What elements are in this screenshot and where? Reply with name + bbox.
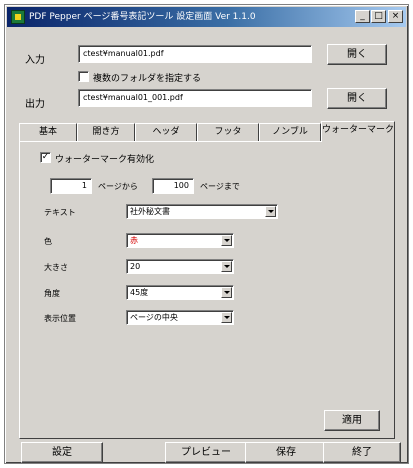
save-button[interactable]: 保存 [245,442,327,463]
page-from-field[interactable]: 1 [50,178,92,194]
chevron-down-icon[interactable] [221,261,232,272]
folder-checkbox[interactable] [78,71,89,82]
tab-basic[interactable]: 基本 [19,123,77,141]
output-label: 出力 [25,99,45,110]
position-select-value: ページの中央 [130,313,178,322]
app-icon [11,10,25,24]
text-select-value: 社外秘文書 [130,207,170,216]
output-open-button[interactable]: 開く [327,88,387,109]
position-label: 表示位置 [44,314,76,323]
chevron-down-icon[interactable] [221,287,232,298]
window-title: PDF Pepper ページ番号表記ツール 設定画面 Ver 1.1.0 [29,12,256,22]
tab-nombre[interactable]: ノンブル [259,123,321,141]
text-select[interactable]: 社外秘文書 [126,204,278,219]
size-label: 大きさ [44,263,68,272]
page-from-suffix: ページから [98,182,138,191]
input-path-field[interactable]: ctest¥manual01.pdf [78,45,312,63]
watermark-enable-checkbox[interactable]: ✓ [40,152,51,163]
page-to-field[interactable]: 100 [152,178,194,194]
settings-button[interactable]: 設定 [21,442,103,463]
page-to-suffix: ページまで [200,182,240,191]
position-select[interactable]: ページの中央 [126,310,234,325]
chevron-down-icon[interactable] [221,312,232,323]
tab-open-mode[interactable]: 開き方 [77,123,135,141]
close-button[interactable]: × [388,10,403,23]
title-bar[interactable]: PDF Pepper ページ番号表記ツール 設定画面 Ver 1.1.0 _ □… [7,7,406,27]
chevron-down-icon[interactable] [221,235,232,246]
color-select[interactable]: 赤 [126,233,234,248]
folder-checkbox-label: 複数のフォルダを指定する [93,74,202,84]
output-path-field[interactable]: ctest¥manual01_001.pdf [78,89,312,107]
text-label: テキスト [44,208,76,217]
input-open-button[interactable]: 開く [327,44,387,65]
exit-button[interactable]: 終了 [323,442,401,463]
color-label: 色 [44,237,52,246]
minimize-button[interactable]: _ [355,10,370,23]
color-select-value: 赤 [130,236,138,245]
apply-button[interactable]: 適用 [324,410,380,431]
watermark-enable-label: ウォーターマーク有効化 [55,155,155,165]
size-select-value: 20 [130,262,141,271]
angle-label: 角度 [44,289,60,298]
angle-select[interactable]: 45度 [126,285,234,300]
tab-watermark[interactable]: ウォーターマーク [321,121,395,142]
chevron-down-icon[interactable] [265,206,276,217]
angle-select-value: 45度 [130,288,149,297]
size-select[interactable]: 20 [126,259,234,274]
preview-button[interactable]: プレビュー [165,442,247,463]
tab-footer[interactable]: フッタ [197,123,259,141]
app-window: PDF Pepper ページ番号表記ツール 設定画面 Ver 1.1.0 _ □… [4,4,409,464]
tab-header[interactable]: ヘッダ [135,123,197,141]
maximize-button[interactable]: □ [371,10,386,23]
input-label: 入力 [25,55,45,66]
watermark-panel: ✓ ウォーターマーク有効化 1 ページから 100 ページまで テキスト 社外秘… [19,141,395,439]
